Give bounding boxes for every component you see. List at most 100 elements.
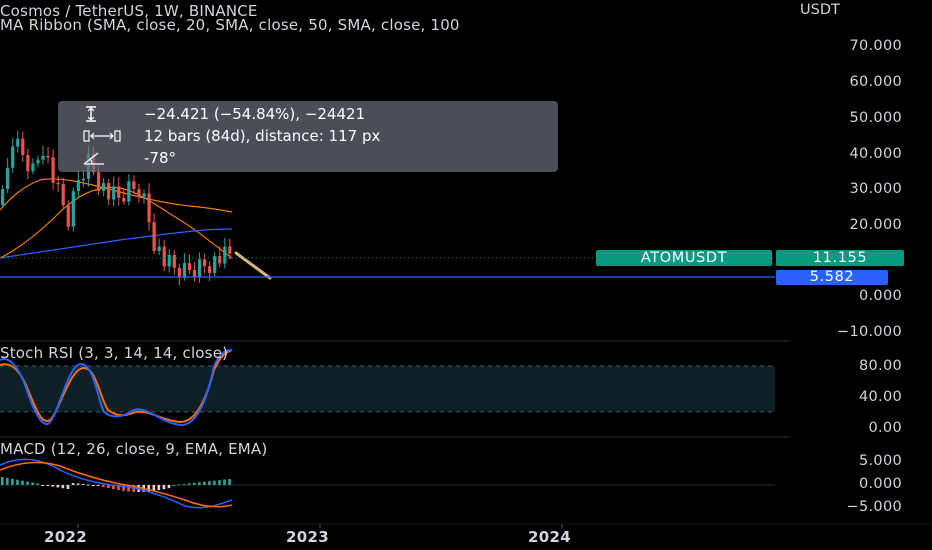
- measure-line[interactable]: [234, 251, 272, 280]
- candle-body: [21, 138, 25, 155]
- macd-histogram-bar: [31, 482, 34, 485]
- macd-histogram-bar: [172, 485, 176, 486]
- candle-body: [213, 256, 217, 273]
- macd-tick: 5.000: [858, 453, 902, 469]
- candle-body: [112, 186, 116, 200]
- candle-body: [117, 186, 121, 198]
- candle-body: [56, 182, 60, 185]
- macd-tick: −5.000: [846, 499, 902, 515]
- stoch-tick: 80.00: [858, 358, 902, 374]
- price-tick: −10.000: [837, 324, 902, 340]
- tooltip-bars-text: 12 bars (84d), distance: 117 px: [144, 127, 381, 145]
- stoch-tick: 0.00: [868, 420, 902, 436]
- candle-body: [81, 178, 85, 181]
- macd-histogram-bar: [208, 481, 211, 485]
- price-tick: 0.000: [858, 288, 902, 304]
- macd-histogram-bar: [1, 477, 4, 485]
- candle-body: [16, 138, 20, 147]
- price-range-icon: [82, 105, 122, 127]
- macd-histogram-bar: [96, 485, 100, 486]
- ma-ribbon-50: [0, 178, 233, 213]
- macd-histogram-bar: [56, 485, 60, 488]
- macd-histogram-bar: [21, 480, 24, 485]
- candle-body: [122, 197, 126, 202]
- candle-body: [182, 263, 186, 278]
- macd-histogram-bar: [86, 484, 90, 486]
- candle-body: [76, 180, 80, 192]
- macd-histogram-bar: [192, 482, 196, 485]
- ma-ribbon-20: [0, 186, 233, 259]
- candle-body: [107, 183, 111, 200]
- macd-histogram-bar: [11, 478, 14, 485]
- macd-histogram-bar: [71, 483, 75, 485]
- bars-range-icon: [82, 127, 122, 149]
- macd-histogram-bar: [197, 482, 201, 485]
- macd-histogram-bar: [6, 477, 9, 485]
- candle-body: [177, 267, 181, 278]
- horizontal-line-price-tag[interactable]: 5.582: [776, 270, 888, 285]
- price-tick: 50.000: [849, 110, 902, 126]
- macd-histogram-bar: [66, 485, 70, 489]
- stoch-band: [0, 366, 775, 412]
- time-label-2022: 2022: [44, 528, 87, 546]
- candle-body: [36, 159, 40, 164]
- candle-body: [127, 181, 131, 202]
- candle-body: [1, 189, 5, 205]
- stoch-tick: 40.00: [858, 389, 902, 405]
- stoch-rsi-label[interactable]: Stoch RSI (3, 3, 14, 14, close): [0, 344, 228, 362]
- candle-body: [147, 193, 151, 223]
- candle-body: [152, 222, 156, 251]
- symbol-name-tag[interactable]: ATOMUSDT: [596, 250, 772, 266]
- ma-ribbon-100: [0, 228, 233, 259]
- tooltip-price-text: −24.421 (−54.84%), −24421: [144, 105, 366, 123]
- macd-histogram-bar: [177, 484, 181, 486]
- macd-histogram-bar: [61, 485, 65, 489]
- price-tick: 30.000: [849, 181, 902, 197]
- candle-body: [96, 172, 101, 191]
- macd-histogram-bar: [41, 485, 44, 486]
- price-tick: 20.000: [849, 217, 902, 233]
- last-price-tag[interactable]: 11.155: [776, 250, 904, 266]
- macd-histogram-bar: [81, 484, 85, 485]
- candle-body: [228, 246, 232, 254]
- candle-body: [208, 266, 212, 273]
- candle-body: [31, 163, 35, 172]
- candle-body: [162, 246, 166, 267]
- candle-body: [142, 193, 146, 197]
- candle-body: [11, 146, 15, 168]
- macd-label[interactable]: MACD (12, 26, close, 9, EMA, EMA): [0, 440, 267, 458]
- price-tick: 60.000: [849, 74, 902, 90]
- macd-histogram-bar: [46, 485, 50, 486]
- candle-body: [192, 270, 197, 277]
- macd-histogram-bar: [187, 483, 191, 485]
- candle-body: [6, 167, 10, 189]
- macd-histogram-bar: [76, 483, 80, 485]
- macd-histogram-bar: [91, 485, 95, 486]
- candle-body: [167, 255, 171, 267]
- candle-body: [157, 246, 161, 251]
- macd-histogram-bar: [167, 485, 171, 489]
- macd-histogram-bar: [16, 479, 19, 485]
- macd-histogram-bar: [223, 479, 226, 485]
- time-label-2023: 2023: [286, 528, 329, 546]
- price-tick: 70.000: [849, 38, 902, 54]
- candle-body: [26, 155, 30, 172]
- macd-histogram-bar: [162, 485, 166, 490]
- candle-body: [203, 259, 207, 267]
- candle-body: [218, 256, 222, 264]
- candle-body: [41, 156, 45, 160]
- candle-body: [137, 189, 141, 197]
- angle-icon: [82, 149, 122, 171]
- macd-histogram-bar: [182, 483, 186, 485]
- price-tick: 40.000: [849, 146, 902, 162]
- measure-tooltip: −24.421 (−54.84%), −24421 12 bars (84d),…: [58, 101, 558, 172]
- candle-body: [172, 255, 176, 268]
- ma-ribbon-label[interactable]: MA Ribbon (SMA, close, 20, SMA, close, 5…: [0, 16, 775, 34]
- candle-body: [132, 181, 136, 189]
- candle-body: [102, 183, 106, 191]
- macd-histogram-bar: [228, 478, 231, 485]
- candle-body: [197, 259, 202, 277]
- macd-histogram-bar: [26, 481, 29, 485]
- macd-histogram-bar: [218, 480, 221, 485]
- currency-label: USDT: [800, 2, 840, 18]
